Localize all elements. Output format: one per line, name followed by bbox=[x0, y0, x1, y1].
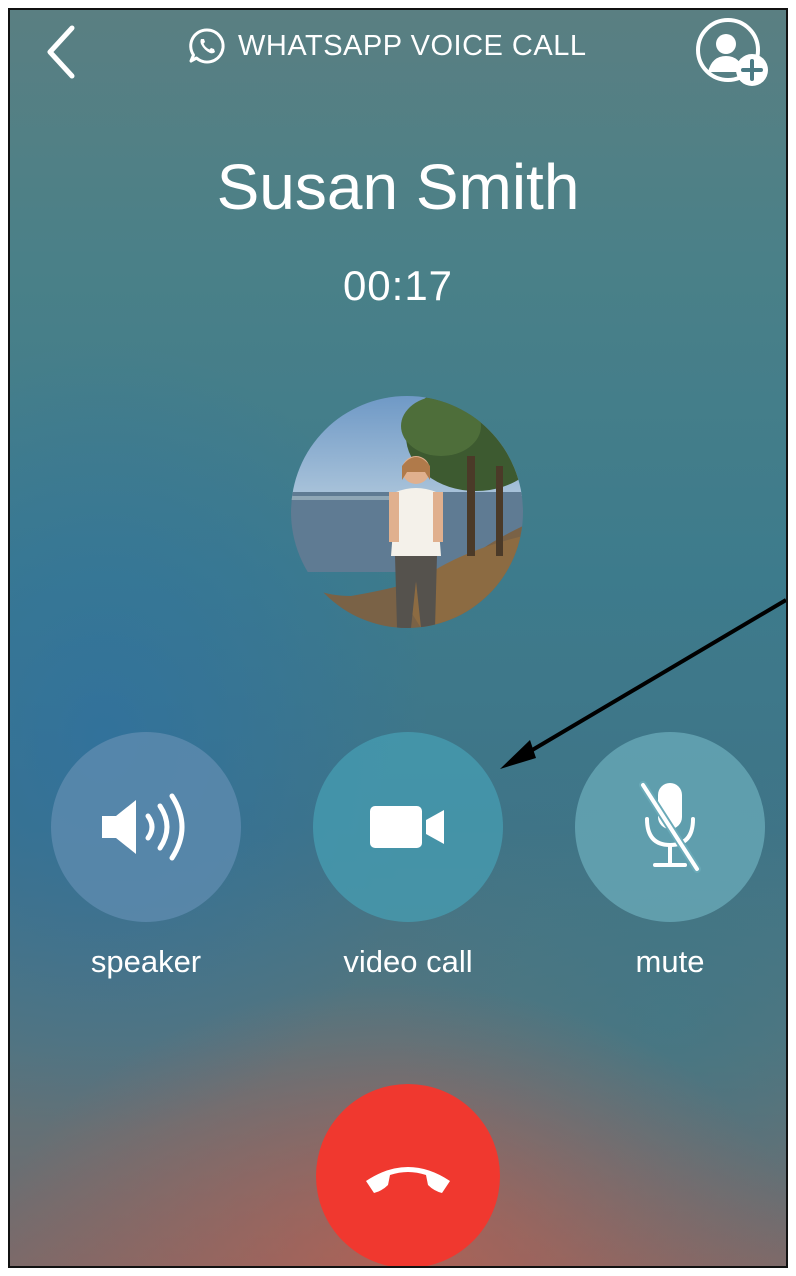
video-call-button[interactable] bbox=[313, 732, 503, 922]
call-type-label: WHATSAPP VOICE CALL bbox=[238, 29, 587, 62]
contact-name: Susan Smith bbox=[216, 151, 580, 223]
video-call-label: video call bbox=[343, 944, 473, 979]
call-duration: 00:17 bbox=[342, 262, 454, 309]
call-type-indicator: WHATSAPP VOICE CALL bbox=[188, 26, 586, 66]
video-camera-icon bbox=[370, 806, 444, 848]
call-screen: WHATSAPP VOICE CALL Susan Smith 00:17 sp… bbox=[8, 8, 788, 1268]
mute-button[interactable] bbox=[575, 732, 765, 922]
top-bar: WHATSAPP VOICE CALL bbox=[10, 10, 786, 90]
speaker-icon bbox=[102, 793, 185, 861]
chevron-left-icon bbox=[47, 25, 75, 79]
end-call-button[interactable] bbox=[316, 1084, 500, 1266]
back-button[interactable] bbox=[38, 22, 88, 82]
speaker-label: speaker bbox=[90, 944, 202, 979]
add-participant-icon bbox=[696, 18, 768, 86]
whatsapp-icon bbox=[189, 28, 225, 64]
phone-hangup-icon bbox=[366, 1167, 450, 1193]
avatar bbox=[291, 396, 523, 628]
speaker-button[interactable] bbox=[51, 732, 241, 922]
contact-photo bbox=[291, 396, 523, 628]
microphone-off-icon bbox=[639, 781, 701, 873]
add-participant-button[interactable] bbox=[690, 14, 776, 94]
mute-label: mute bbox=[635, 944, 705, 979]
